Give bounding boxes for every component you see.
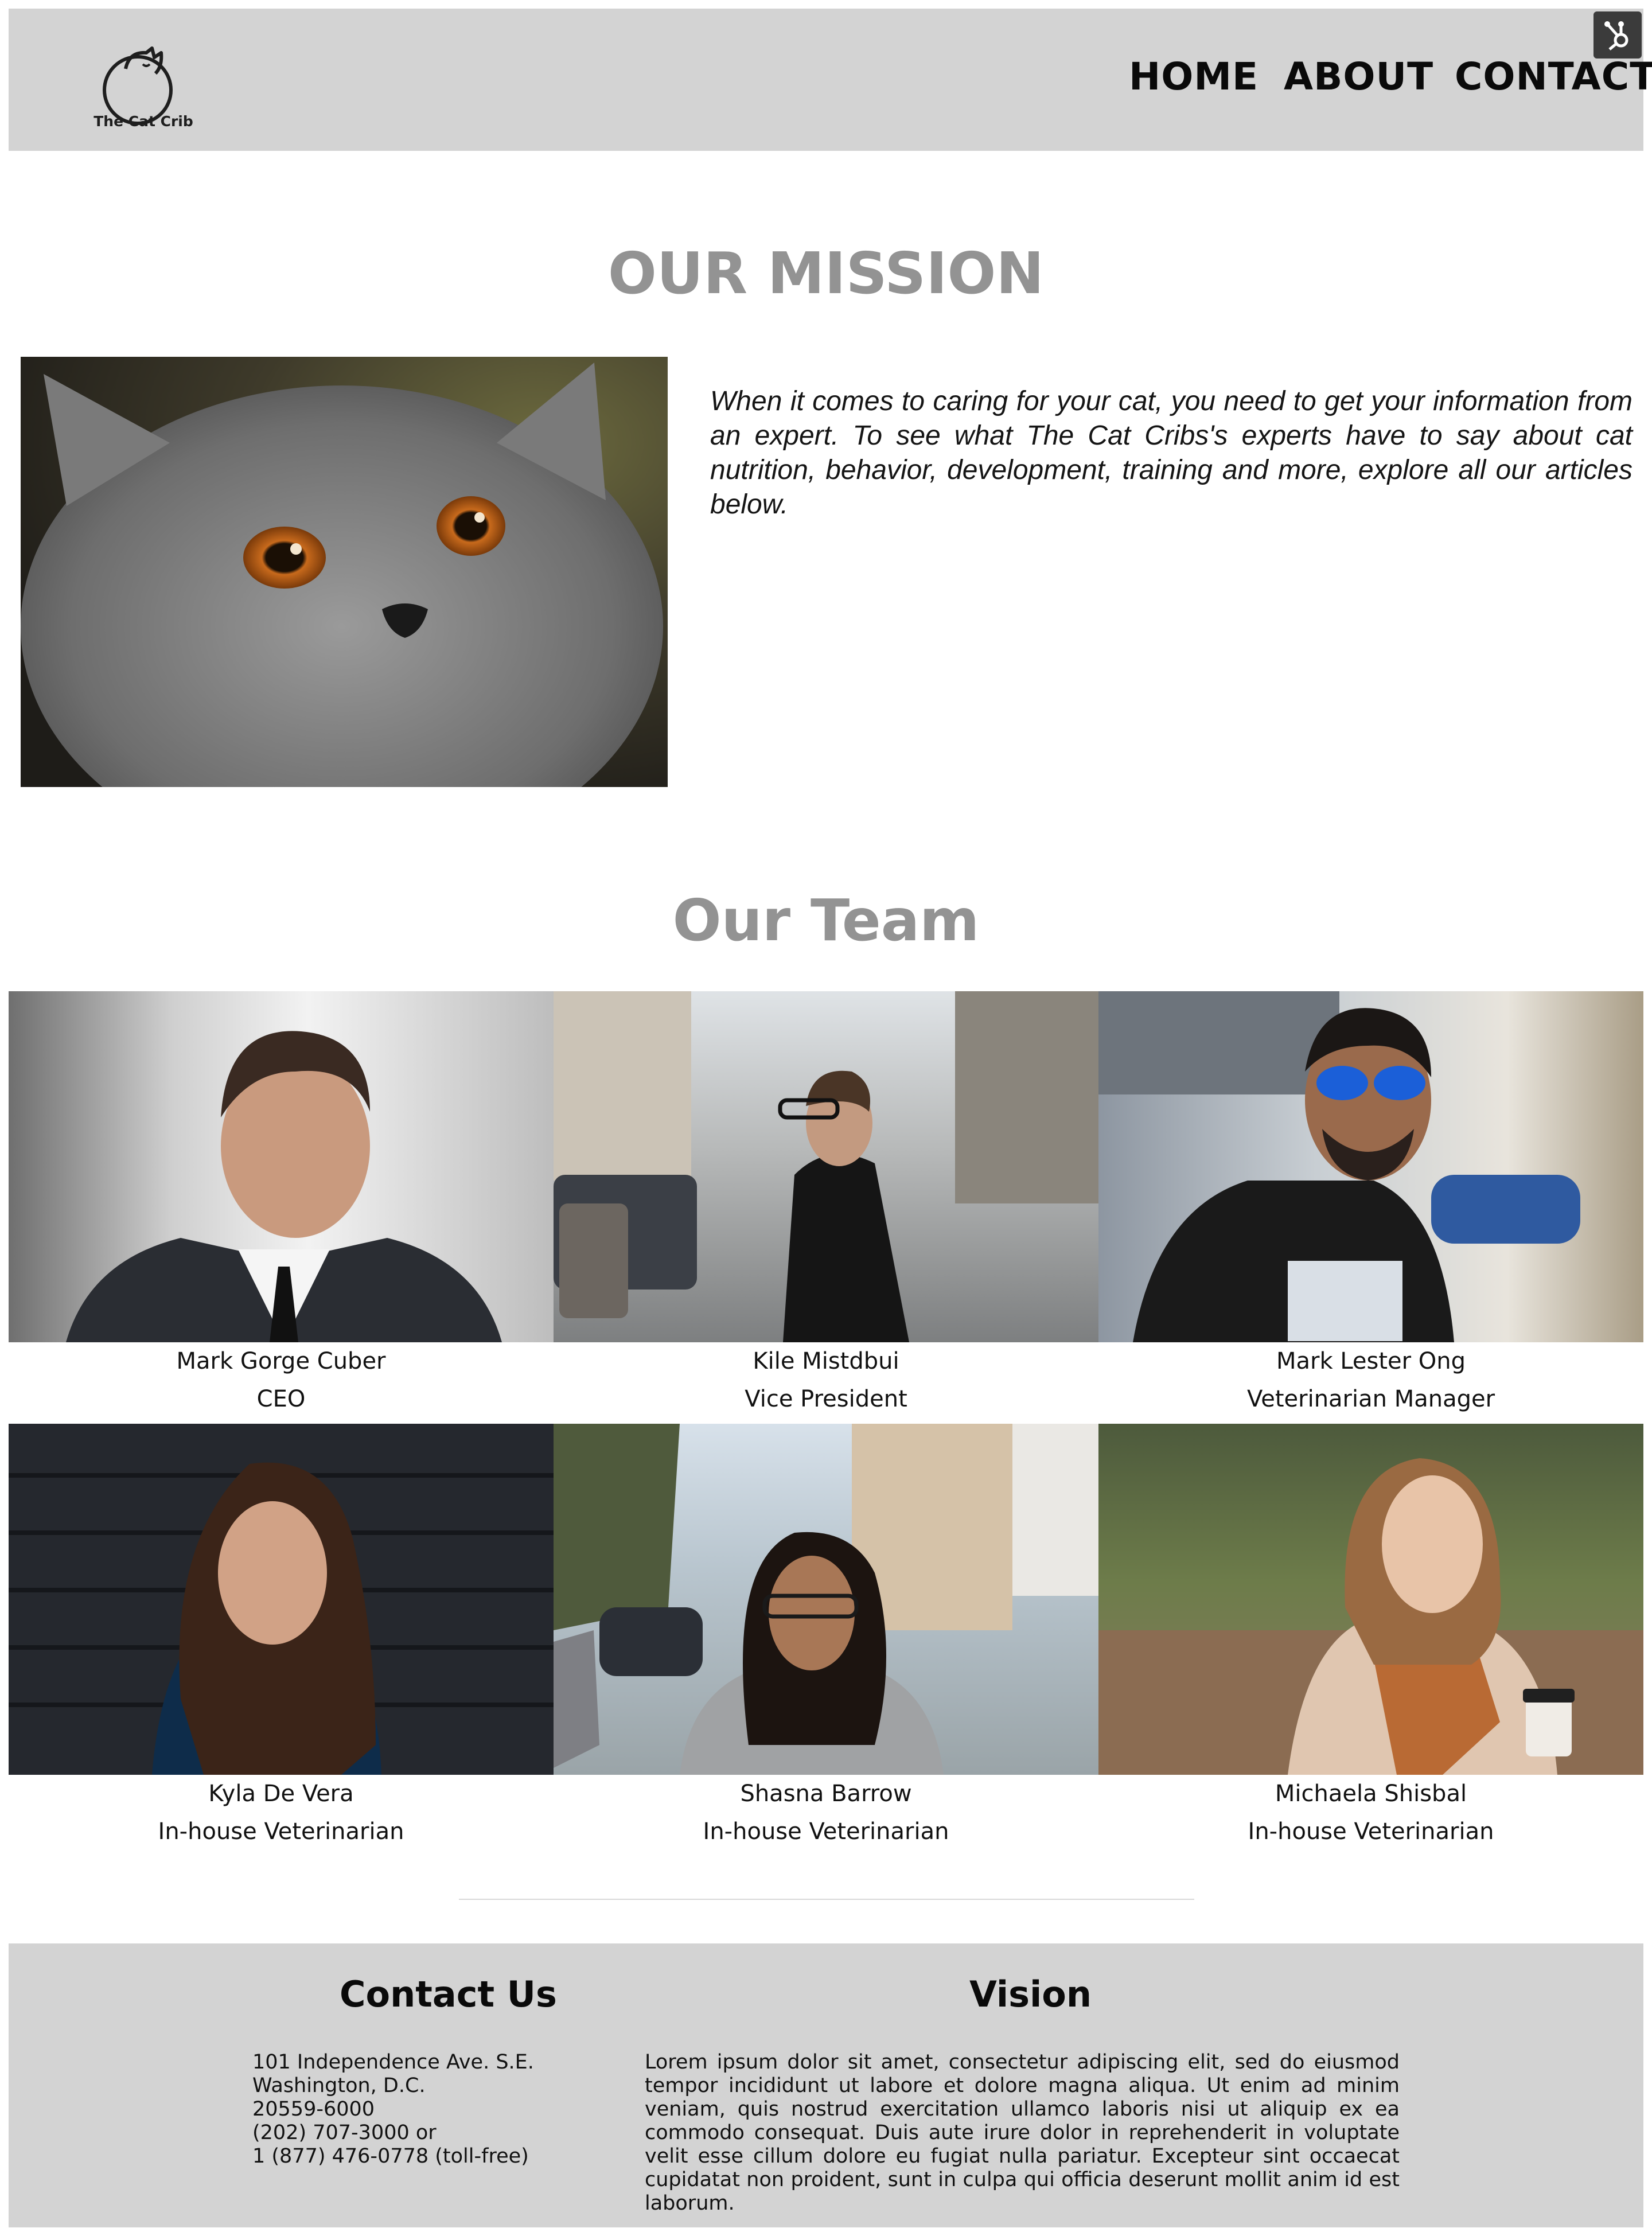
team-photo <box>1098 991 1643 1342</box>
nav-contact[interactable]: CONTACT <box>1455 54 1652 99</box>
mission-text: When it comes to caring for your cat, yo… <box>710 386 1632 520</box>
team-member-name: Mark Lester Ong <box>1276 1348 1466 1374</box>
address-line: 20559-6000 <box>252 2098 375 2121</box>
contact-us-heading: Contact Us <box>340 1973 557 2015</box>
team-photo <box>554 991 1098 1342</box>
team-member-name: Mark Gorge Cuber <box>176 1348 386 1374</box>
contact-address: 101 Independence Ave. S.E. Washington, D… <box>252 2051 534 2168</box>
team-member-name: Shasna Barrow <box>740 1781 912 1807</box>
address-line: Washington, D.C. <box>252 2074 426 2097</box>
team-photo <box>554 1424 1098 1775</box>
team-photo <box>1098 1424 1643 1775</box>
team-member-role: CEO <box>256 1386 306 1412</box>
team-member-role: Veterinarian Manager <box>1246 1386 1495 1412</box>
team-title: Our Team <box>672 887 980 954</box>
team-member-role: In-house Veterinarian <box>703 1818 949 1845</box>
logo-text: The Cat Crib <box>93 113 193 130</box>
address-line: 101 Independence Ave. S.E. <box>252 2051 534 2074</box>
team-photo <box>9 1424 554 1775</box>
nav-home[interactable]: HOME <box>1129 54 1259 99</box>
team-member-role: In-house Veterinarian <box>1248 1818 1494 1845</box>
team-photo <box>9 991 554 1342</box>
vision-text: Lorem ipsum dolor sit amet, consectetur … <box>645 2051 1400 2215</box>
vision-heading: Vision <box>969 1973 1092 2015</box>
team-member-name: Michaela Shisbal <box>1275 1781 1467 1807</box>
team-member-role: Vice President <box>745 1386 907 1412</box>
hubspot-sprocket-icon[interactable] <box>1593 11 1642 59</box>
cat-photo <box>21 357 668 787</box>
team-member-name: Kyla De Vera <box>208 1781 354 1807</box>
section-divider <box>459 1899 1194 1900</box>
phone-line: (202) 707-3000 or <box>252 2121 437 2144</box>
team-member-name: Kile Mistdbui <box>753 1348 899 1374</box>
nav-about[interactable]: ABOUT <box>1284 54 1433 99</box>
phone-line: 1 (877) 476-0778 (toll-free) <box>252 2145 529 2168</box>
team-member-role: In-house Veterinarian <box>158 1818 404 1845</box>
mission-title: OUR MISSION <box>607 240 1045 307</box>
